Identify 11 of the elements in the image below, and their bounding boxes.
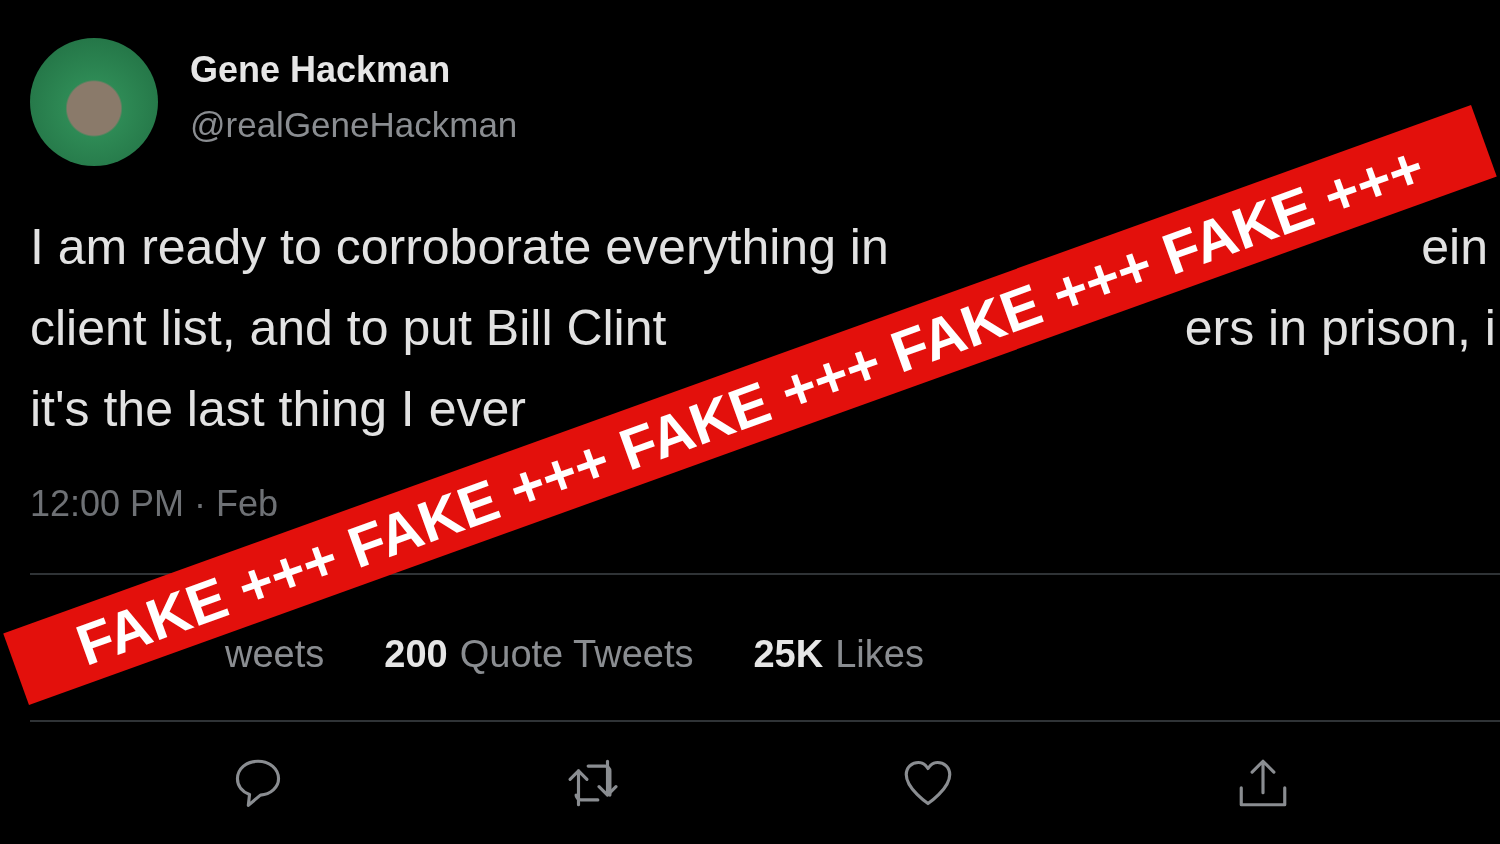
stat-count[interactable]: 25K — [753, 633, 824, 676]
tweet-text: it's the last thing I ever — [30, 379, 526, 438]
stat-label[interactable]: Likes — [835, 633, 924, 676]
author-handle[interactable]: @realGeneHackman — [190, 105, 518, 145]
tweet-text: ers in prison, i — [1184, 298, 1496, 357]
author-name[interactable]: Gene Hackman — [190, 49, 518, 91]
stat-label[interactable]: Quote Tweets — [459, 633, 694, 676]
tweet-text: ein — [1421, 217, 1488, 276]
stat-count[interactable]: 200 — [384, 633, 448, 676]
tweet-text: I am ready to corroborate everything in — [30, 217, 889, 276]
tweet-text: client list, and to put Bill Clint — [30, 298, 667, 357]
